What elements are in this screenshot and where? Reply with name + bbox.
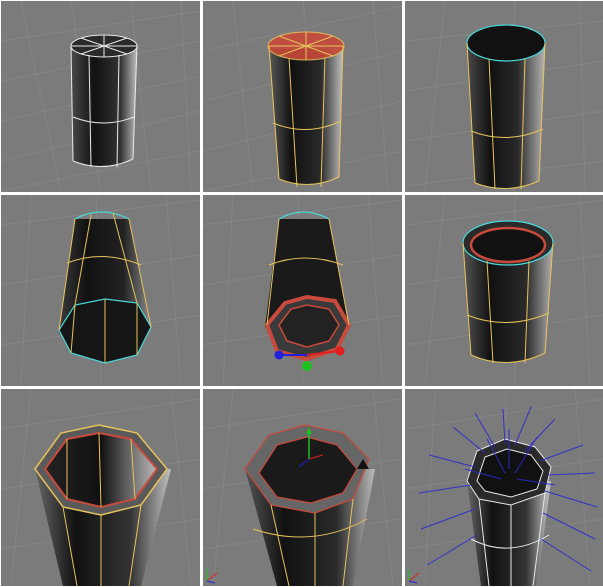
cylinder-bottom-extrude bbox=[203, 195, 402, 386]
axis-tripod-icon bbox=[206, 569, 218, 584]
cylinder-inset-move bbox=[203, 389, 402, 586]
gizmo-blue-handle bbox=[274, 350, 284, 360]
cylinder-inset-closeup bbox=[1, 389, 200, 586]
tutorial-image-grid bbox=[0, 0, 603, 587]
cylinder-top-inset bbox=[405, 195, 603, 386]
gizmo-green-handle bbox=[302, 361, 312, 371]
cylinder-wireframe-render bbox=[1, 1, 200, 192]
viewport-panel-2[interactable] bbox=[203, 1, 402, 192]
viewport-panel-8[interactable] bbox=[203, 389, 402, 586]
cylinder-top-polygon-selected bbox=[203, 1, 402, 192]
viewport-panel-1[interactable] bbox=[1, 1, 200, 192]
viewport-panel-6[interactable] bbox=[405, 195, 603, 386]
axis-tripod-icon bbox=[408, 569, 420, 584]
viewport-panel-9[interactable] bbox=[405, 389, 603, 586]
cylinder-top-removed bbox=[405, 1, 603, 192]
viewport-panel-4[interactable] bbox=[1, 195, 200, 386]
viewport-panel-7[interactable] bbox=[1, 389, 200, 586]
gizmo-red-handle bbox=[335, 346, 345, 356]
viewport-panel-5[interactable] bbox=[203, 195, 402, 386]
viewport-panel-3[interactable] bbox=[405, 1, 603, 192]
cylinder-bottom-border bbox=[1, 195, 200, 386]
cylinder-normals-display bbox=[405, 389, 603, 586]
